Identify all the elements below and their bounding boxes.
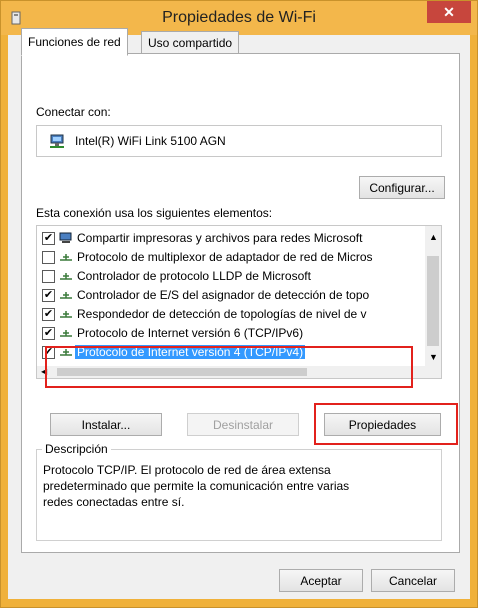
configure-button[interactable]: Configurar... [359, 176, 445, 199]
list-item[interactable]: Controlador de protocolo LLDP de Microso… [37, 267, 425, 286]
checkbox[interactable]: ✔ [42, 308, 55, 321]
list-item[interactable]: ✔ Compartir impresoras y archivos para r… [37, 229, 425, 248]
list-item[interactable]: ✔ Controlador de E/S del asignador de de… [37, 286, 425, 305]
protocol-icon [60, 273, 72, 280]
tab-uso-compartido[interactable]: Uso compartido [141, 31, 240, 55]
checkbox[interactable]: ✔ [42, 327, 55, 340]
network-share-icon [59, 232, 72, 243]
description-title: Descripción [42, 442, 111, 456]
checkbox[interactable] [42, 251, 55, 264]
highlight-properties [314, 403, 458, 445]
adapter-box: Intel(R) WiFi Link 5100 AGN [36, 125, 442, 157]
scroll-down-icon[interactable]: ▼ [429, 352, 438, 362]
elements-label: Esta conexión usa los siguientes element… [36, 206, 273, 220]
close-button[interactable]: ✕ [427, 1, 471, 23]
scroll-thumb[interactable] [427, 256, 439, 346]
list-item-label: Protocolo de Internet versión 6 (TCP/IPv… [77, 326, 304, 340]
cancel-button[interactable]: Cancelar [371, 569, 455, 592]
checkbox[interactable] [42, 270, 55, 283]
window-title: Propiedades de Wi-Fi [162, 9, 316, 26]
list-item-label: Compartir impresoras y archivos para red… [77, 231, 363, 245]
ok-button[interactable]: Aceptar [279, 569, 363, 592]
checkbox[interactable]: ✔ [42, 289, 55, 302]
wifi-properties-window: Propiedades de Wi-Fi ✕ Funciones de red … [0, 0, 478, 608]
protocol-icon [60, 292, 72, 299]
description-group: Descripción Protocolo TCP/IP. El protoco… [36, 442, 442, 541]
connect-label: Conectar con: [36, 105, 111, 119]
list-item-label: Respondedor de detección de topologías d… [77, 307, 367, 321]
highlight-ipv4 [45, 346, 413, 388]
scroll-up-icon[interactable]: ▲ [429, 232, 438, 242]
list-item[interactable]: ✔ Protocolo de Internet versión 6 (TCP/I… [37, 324, 425, 343]
protocol-icon [60, 311, 72, 318]
list-item-label: Controlador de protocolo LLDP de Microso… [77, 269, 311, 283]
list-item[interactable]: Protocolo de multiplexor de adaptador de… [37, 248, 425, 267]
adapter-name: Intel(R) WiFi Link 5100 AGN [75, 134, 226, 148]
install-button[interactable]: Instalar... [50, 413, 162, 436]
vertical-scrollbar[interactable]: ▲ ▼ [425, 226, 441, 378]
uninstall-button[interactable]: Desinstalar [187, 413, 299, 436]
protocol-icon [60, 330, 72, 337]
checkbox[interactable]: ✔ [42, 232, 55, 245]
list-item-label: Protocolo de multiplexor de adaptador de… [77, 250, 373, 264]
list-item[interactable]: ✔ Respondedor de detección de topologías… [37, 305, 425, 324]
tab-funciones-de-red[interactable]: Funciones de red [21, 28, 128, 56]
list-item-label: Controlador de E/S del asignador de dete… [77, 288, 370, 302]
protocol-icon [60, 254, 72, 261]
network-adapter-icon [50, 134, 64, 148]
description-text: Protocolo TCP/IP. El protocolo de red de… [43, 463, 350, 509]
